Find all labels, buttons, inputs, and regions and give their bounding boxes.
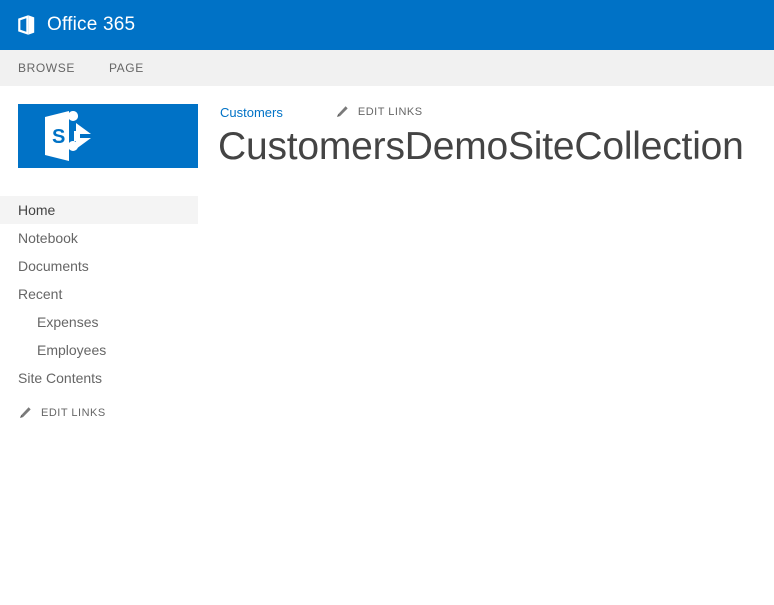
sidebar-item-recent[interactable]: Recent: [0, 280, 198, 308]
top-nav-edit-links-button[interactable]: EDIT LINKS: [335, 105, 423, 119]
office-home-link[interactable]: Office 365: [0, 0, 135, 50]
sidebar-item-notebook[interactable]: Notebook: [0, 224, 198, 252]
top-nav-item-customers[interactable]: Customers: [220, 105, 283, 120]
suite-bar: Office 365: [0, 0, 774, 50]
quick-launch-nav: Home Notebook Documents Recent Expenses …: [0, 196, 210, 392]
sharepoint-logo-icon: S: [45, 111, 91, 161]
top-navigation: Customers EDIT LINKS: [220, 102, 423, 122]
sidebar-edit-links-label: EDIT LINKS: [41, 407, 106, 419]
ribbon-tab-browse[interactable]: BROWSE: [14, 57, 79, 79]
sidebar-item-expenses[interactable]: Expenses: [0, 308, 198, 336]
page-body: S Home Notebook Documents Recent Expense…: [0, 86, 774, 605]
top-nav-edit-links-label: EDIT LINKS: [357, 106, 423, 118]
sidebar-item-home[interactable]: Home: [0, 196, 198, 224]
sidebar-item-site-contents[interactable]: Site Contents: [0, 364, 198, 392]
ribbon-tab-page[interactable]: PAGE: [105, 57, 148, 79]
page-title: CustomersDemoSiteCollection: [218, 125, 744, 168]
sidebar-item-employees[interactable]: Employees: [0, 336, 198, 364]
sidebar-edit-links-button[interactable]: EDIT LINKS: [18, 406, 106, 420]
svg-text:S: S: [52, 126, 65, 148]
pencil-icon: [337, 106, 348, 117]
office-logo-icon: [18, 15, 35, 35]
suite-brand-label: Office 365: [47, 14, 136, 35]
sidebar-item-documents[interactable]: Documents: [0, 252, 198, 280]
pencil-icon: [20, 407, 31, 418]
ribbon-tab-row: BROWSE PAGE: [0, 50, 774, 86]
site-logo-tile[interactable]: S: [18, 104, 198, 168]
